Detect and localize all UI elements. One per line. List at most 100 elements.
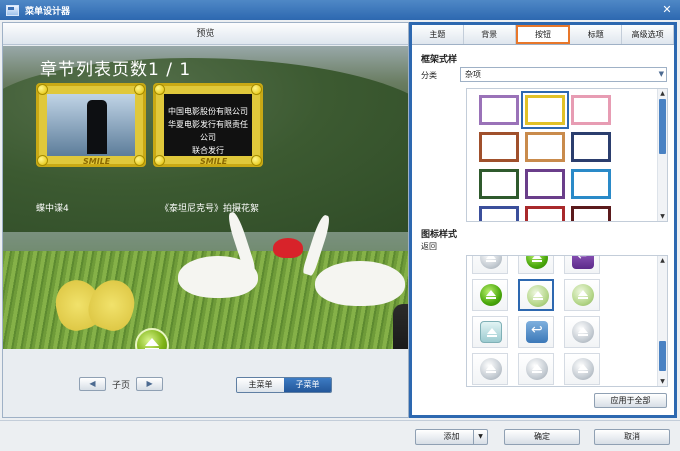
- smile-dot-icon: [37, 155, 48, 166]
- smile-badge: SMILE: [200, 157, 228, 166]
- thumbnail-text: 中国电影股份有限公司 华夏电影发行有限责任公司 联合发行: [166, 105, 250, 157]
- swan-decoration: [315, 261, 405, 306]
- icon-style-option[interactable]: [472, 279, 508, 311]
- add-button[interactable]: 添加 ▼: [415, 429, 488, 445]
- main-menu-button[interactable]: 主菜单: [237, 378, 284, 392]
- scroll-thumb[interactable]: [659, 99, 666, 154]
- smile-dot-icon: [134, 84, 145, 95]
- menu-preview-canvas[interactable]: 章节列表页数1 / 1 SMILE 中国电影股份有限公司 华夏电影发行有限责任公…: [3, 46, 408, 349]
- icon-style-option[interactable]: [564, 279, 600, 311]
- thumbnail-text-line: 华夏电影发行有限责任公司: [168, 120, 248, 142]
- smile-dot-icon: [154, 155, 165, 166]
- smile-dot-icon: [134, 155, 145, 166]
- menu-toggle: 主菜单 子菜单: [236, 377, 332, 393]
- icon-style-option[interactable]: [518, 279, 554, 311]
- icon-style-option[interactable]: [564, 353, 600, 385]
- chevron-down-icon[interactable]: ▼: [473, 430, 487, 444]
- settings-panel: 主题 背景 按钮 标题 高级选项 框架式样 分类 杂项 ▼ ▲ ▼ 图标样式 返…: [409, 22, 677, 418]
- ok-button[interactable]: 确定: [504, 429, 580, 445]
- person-figure: [393, 304, 408, 349]
- frame-style-option[interactable]: [571, 132, 611, 162]
- scroll-thumb[interactable]: [659, 341, 666, 371]
- heart-decoration: [273, 238, 303, 258]
- category-select[interactable]: 杂项 ▼: [460, 67, 667, 82]
- frame-style-option[interactable]: [521, 91, 569, 129]
- icon-style-grid: ▲ ▼: [466, 255, 668, 387]
- icon-grid-scrollbar[interactable]: ▲ ▼: [657, 256, 667, 386]
- scroll-up-icon[interactable]: ▲: [658, 89, 667, 98]
- frame-style-option[interactable]: [571, 206, 611, 221]
- tab-theme[interactable]: 主题: [412, 25, 464, 44]
- icon-style-option[interactable]: [518, 256, 554, 274]
- subpage-pager: ◀ 子页 ▶: [79, 377, 164, 391]
- icon-style-option[interactable]: [472, 316, 508, 348]
- window-title: 菜单设计器: [25, 6, 71, 17]
- scroll-down-icon[interactable]: ▼: [658, 212, 667, 221]
- return-button-icon: [572, 358, 594, 380]
- settings-tabs: 主题 背景 按钮 标题 高级选项: [412, 25, 674, 45]
- tab-background[interactable]: 背景: [464, 25, 516, 44]
- frame-style-grid: ▲ ▼: [466, 88, 668, 222]
- chapter-caption-2[interactable]: 《泰坦尼克号》拍摄花絮: [160, 201, 259, 214]
- return-button-icon: [480, 321, 502, 343]
- frame-style-title: 框架式样: [421, 55, 458, 65]
- return-button-icon: [527, 285, 549, 307]
- dialog-footer: 添加 ▼ 确定 取消: [0, 420, 680, 451]
- scroll-up-icon[interactable]: ▲: [658, 256, 667, 265]
- frame-style-option[interactable]: [479, 95, 519, 125]
- tab-title[interactable]: 标题: [570, 25, 623, 44]
- icon-style-subtitle: 返回: [421, 242, 437, 251]
- frame-style-option[interactable]: [479, 132, 519, 162]
- frame-grid-scrollbar[interactable]: ▲ ▼: [657, 89, 667, 221]
- thumbnail-text-line: 中国电影股份有限公司: [168, 107, 248, 116]
- close-button[interactable]: ✕: [659, 3, 675, 17]
- return-button-icon: [480, 358, 502, 380]
- add-button-label: 添加: [443, 432, 460, 441]
- title-bar: 菜单设计器 ✕: [0, 0, 680, 20]
- frame-style-option[interactable]: [479, 169, 519, 199]
- preview-header: 预览: [3, 23, 408, 45]
- prev-page-button[interactable]: ◀: [79, 377, 106, 391]
- frame-style-option[interactable]: [525, 169, 565, 199]
- icon-style-option[interactable]: [472, 256, 508, 274]
- next-page-button[interactable]: ▶: [136, 377, 164, 391]
- chevron-down-icon: ▼: [658, 70, 664, 78]
- frame-style-option[interactable]: [525, 206, 565, 221]
- chapter-title: 章节列表页数1 / 1: [40, 60, 192, 80]
- frame-style-option[interactable]: [525, 132, 565, 162]
- icon-style-option[interactable]: [564, 256, 600, 274]
- smile-dot-icon: [251, 155, 262, 166]
- scroll-down-icon[interactable]: ▼: [658, 377, 667, 386]
- tab-advanced[interactable]: 高级选项: [622, 25, 674, 44]
- apply-to-all-button[interactable]: 应用于全部: [594, 393, 667, 408]
- chapter-thumbnail-2[interactable]: 中国电影股份有限公司 华夏电影发行有限责任公司 联合发行 SMILE: [153, 83, 263, 167]
- return-button-icon: [572, 284, 594, 306]
- cancel-button[interactable]: 取消: [594, 429, 670, 445]
- smile-dot-icon: [251, 84, 262, 95]
- app-icon: [6, 4, 19, 16]
- return-button-icon: [572, 321, 594, 343]
- subpage-label: 子页: [112, 380, 131, 391]
- category-value: 杂项: [465, 70, 481, 79]
- icon-style-option[interactable]: [518, 353, 554, 385]
- return-button-icon: [526, 256, 548, 269]
- category-label: 分类: [421, 71, 437, 80]
- icon-style-option[interactable]: [518, 316, 554, 348]
- thumbnail-image: [47, 94, 135, 156]
- icon-style-option[interactable]: [472, 353, 508, 385]
- icon-style-title: 图标样式: [421, 230, 458, 240]
- frame-style-option[interactable]: [571, 95, 611, 125]
- chapter-thumbnail-1[interactable]: SMILE: [36, 83, 146, 167]
- sub-menu-button[interactable]: 子菜单: [284, 378, 331, 392]
- smile-dot-icon: [154, 84, 165, 95]
- frame-style-option[interactable]: [571, 169, 611, 199]
- return-button-icon: [480, 256, 502, 269]
- smile-badge: SMILE: [83, 157, 111, 166]
- icon-style-option[interactable]: [564, 316, 600, 348]
- chapter-caption-1[interactable]: 蝶中谍4: [36, 201, 69, 214]
- tab-buttons[interactable]: 按钮: [515, 25, 571, 44]
- frame-style-option[interactable]: [479, 206, 519, 221]
- return-button-icon: [526, 321, 548, 343]
- preview-panel: 预览 章节列表页数1 / 1 SMILE 中国电影股份有限公司 华夏电影发行有限…: [2, 22, 409, 418]
- thumbnail-text-line: 联合发行: [192, 146, 224, 155]
